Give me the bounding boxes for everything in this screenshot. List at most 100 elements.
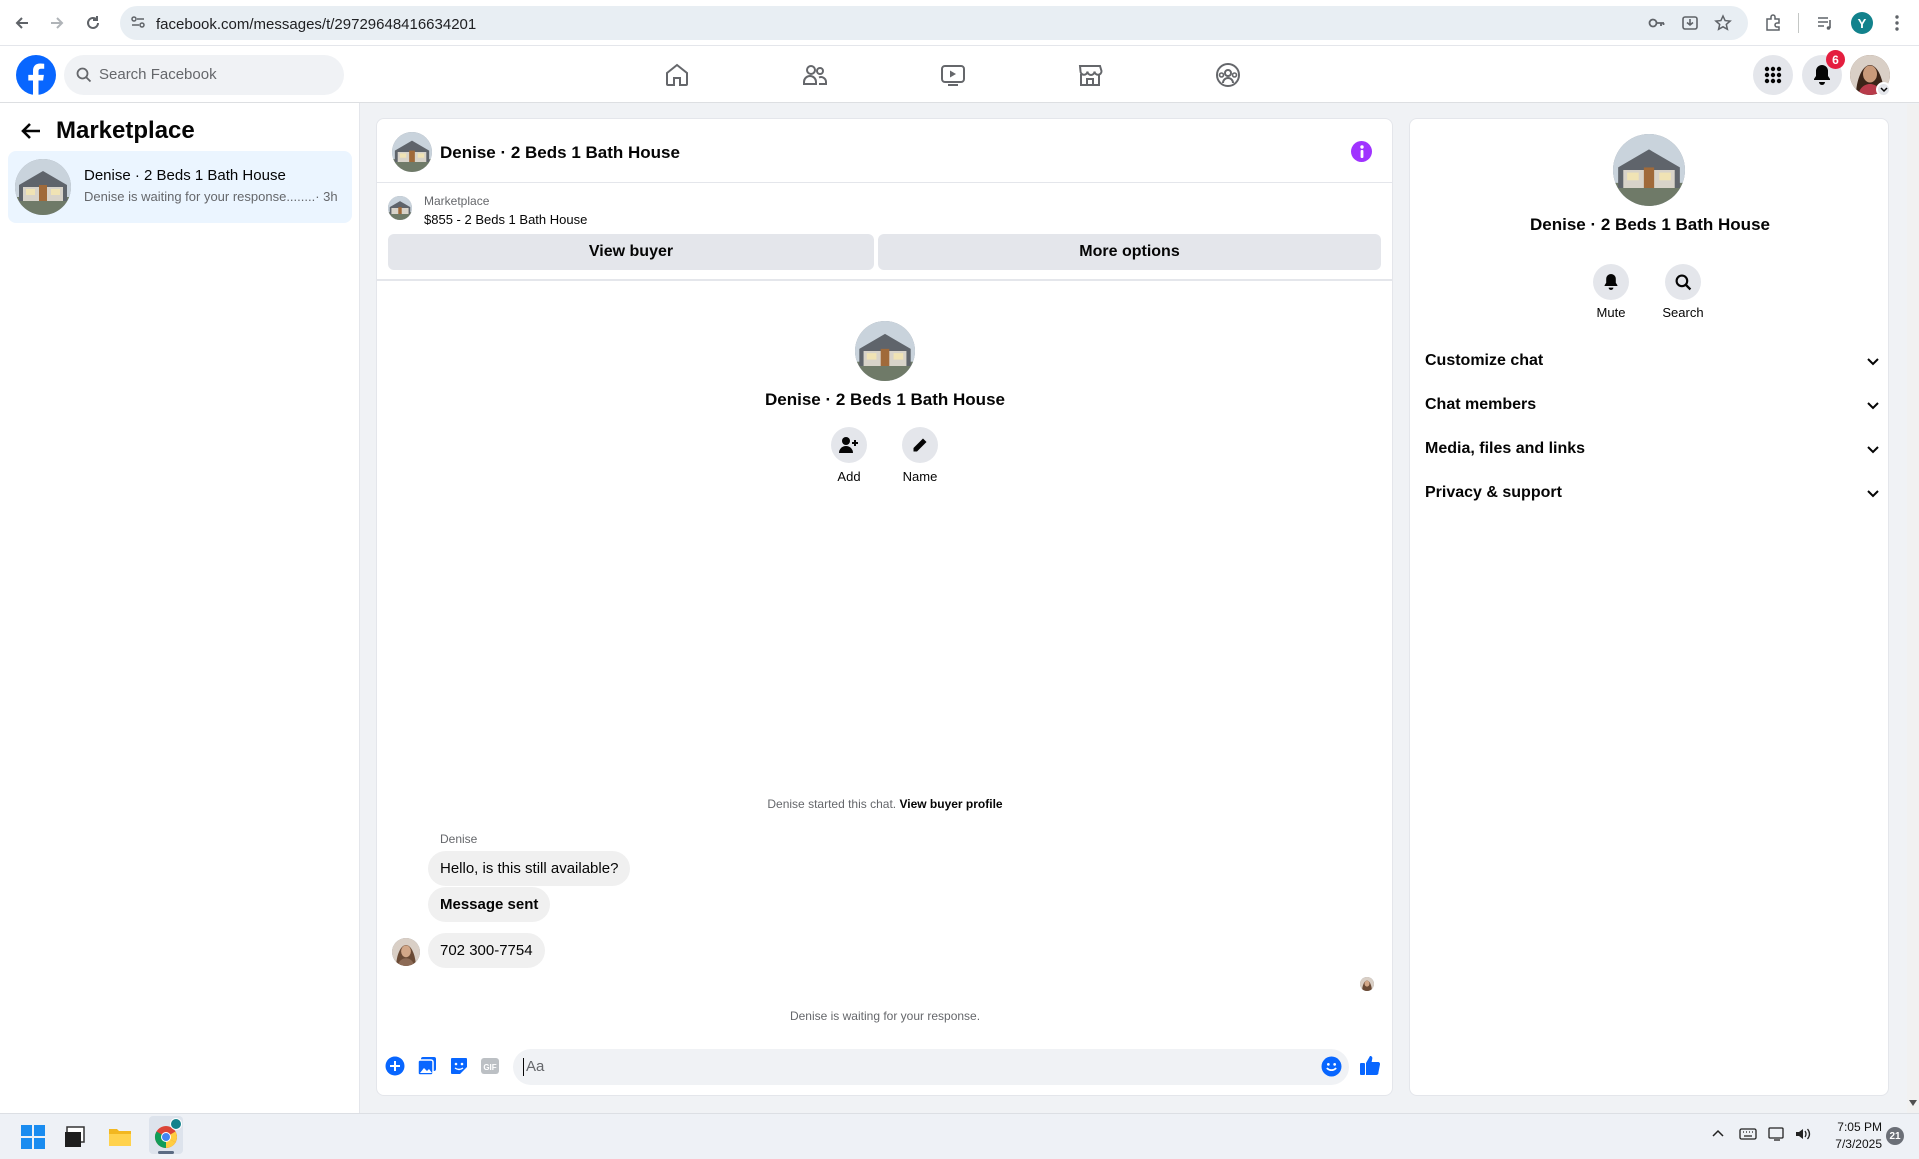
media-controls-icon[interactable] (1814, 12, 1836, 34)
listing-title[interactable]: $855 - 2 Beds 1 Bath House (424, 212, 587, 227)
extensions-icon[interactable] (1762, 12, 1784, 34)
chat-started-note: Denise started this chat. View buyer pro… (600, 797, 1170, 811)
chevron-down-icon (1867, 357, 1879, 365)
kebab-menu-icon[interactable] (1886, 12, 1908, 34)
text-cursor (523, 1058, 524, 1076)
conversation-avatar (15, 159, 71, 215)
emoji-icon[interactable] (1321, 1056, 1342, 1077)
groups-icon[interactable] (1210, 58, 1246, 92)
sender-name: Denise (440, 832, 478, 846)
mute-button[interactable] (1593, 264, 1629, 300)
listing-divider (377, 279, 1392, 281)
message-input[interactable] (513, 1049, 1349, 1085)
view-buyer-button[interactable]: View buyer (388, 234, 874, 270)
keyboard-icon[interactable] (1739, 1127, 1757, 1141)
reload-icon[interactable] (80, 10, 106, 36)
windows-taskbar (0, 1113, 1919, 1159)
forward-icon[interactable] (44, 10, 70, 36)
header-divider (377, 182, 1392, 183)
chevron-down-icon (1867, 489, 1879, 497)
conversation-preview: Denise is waiting for your response.....… (84, 189, 338, 204)
volume-icon[interactable] (1794, 1126, 1812, 1142)
info-name: Denise · 2 Beds 1 Bath House (1530, 215, 1770, 234)
gif-icon[interactable]: GIF (480, 1056, 500, 1076)
bookmark-star-icon[interactable] (1712, 12, 1734, 34)
add-person-button[interactable] (831, 427, 867, 463)
menu-grid-icon (1764, 66, 1782, 84)
section-label: Privacy & support (1425, 484, 1562, 501)
file-explorer-icon[interactable] (108, 1126, 132, 1148)
terminal-app-icon[interactable] (64, 1126, 86, 1148)
show-hidden-icons-icon[interactable] (1711, 1128, 1725, 1138)
like-thumb-icon[interactable] (1359, 1054, 1381, 1076)
chat-header-avatar[interactable] (392, 132, 432, 172)
more-options-button[interactable]: More options (878, 234, 1381, 270)
mute-label: Mute (1596, 305, 1626, 320)
info-avatar (1613, 134, 1685, 206)
conversation-time: · 3h (315, 189, 338, 204)
marketplace-icon[interactable] (1072, 58, 1108, 92)
search-conversation-button[interactable] (1665, 264, 1701, 300)
edit-name-button[interactable] (902, 427, 938, 463)
search-icon (1675, 274, 1691, 290)
install-app-icon[interactable] (1679, 12, 1701, 34)
profile-avatar[interactable]: Y (1851, 12, 1873, 34)
add-label: Add (837, 469, 861, 484)
message-bubble[interactable]: Hello, is this still available? (428, 851, 631, 886)
chat-members-section[interactable]: Chat members (1425, 385, 1880, 425)
account-chevron-icon[interactable] (1876, 82, 1891, 97)
photo-icon[interactable] (417, 1056, 437, 1076)
chat-started-text: Denise started this chat. (767, 797, 897, 811)
sender-avatar[interactable] (392, 938, 420, 966)
video-icon[interactable] (935, 58, 971, 92)
chat-header-title[interactable]: Denise · 2 Beds 1 Bath House (440, 143, 680, 163)
network-icon[interactable] (1768, 1126, 1786, 1142)
message-bubble[interactable]: 702 300-7754 (428, 933, 545, 968)
chevron-down-icon (1867, 445, 1879, 453)
conversation-preview-text: Denise is waiting for your response.....… (84, 189, 316, 204)
menu-grid-button[interactable] (1753, 55, 1793, 95)
add-person-icon (839, 437, 858, 453)
notification-badge: 6 (1826, 50, 1845, 69)
intro-name: Denise · 2 Beds 1 Bath House (765, 390, 1005, 409)
clock-date[interactable]: 7/3/2025 (1820, 1137, 1882, 1151)
toolbar-divider (1798, 13, 1799, 33)
message-bubble[interactable]: Message sent (428, 887, 551, 922)
chevron-down-icon (1867, 401, 1879, 409)
password-key-icon[interactable] (1646, 12, 1668, 34)
friends-icon[interactable] (797, 58, 833, 92)
windows-start-icon[interactable] (21, 1125, 45, 1149)
section-label: Chat members (1425, 396, 1537, 413)
media-files-links-section[interactable]: Media, files and links (1425, 429, 1880, 469)
active-app-indicator (158, 1151, 174, 1154)
back-icon[interactable] (9, 10, 35, 36)
search-icon (76, 67, 92, 83)
url-text[interactable]: facebook.com/messages/t/2972964841663420… (156, 16, 476, 33)
waiting-note: Denise is waiting for your response. (789, 1009, 981, 1023)
view-buyer-profile-link[interactable]: View buyer profile (899, 797, 1002, 811)
panel-title: Marketplace (56, 117, 195, 144)
plus-circle-icon[interactable] (385, 1056, 405, 1076)
pencil-icon (913, 438, 927, 452)
site-info-icon[interactable] (130, 14, 146, 30)
intro-avatar (855, 321, 915, 381)
notification-center-badge[interactable]: 21 (1886, 1127, 1904, 1145)
back-arrow-icon[interactable] (20, 120, 42, 142)
search-placeholder: Search Facebook (99, 66, 217, 83)
clock-time[interactable]: 7:05 PM (1820, 1120, 1882, 1134)
conversation-name: Denise · 2 Beds 1 Bath House (84, 167, 286, 184)
sticker-icon[interactable] (449, 1056, 469, 1076)
section-label: Media, files and links (1425, 440, 1586, 457)
name-label: Name (902, 469, 938, 484)
page-scrollbar[interactable] (1907, 104, 1919, 1113)
listing-source: Marketplace (424, 194, 490, 208)
search-label: Search (1662, 305, 1704, 320)
facebook-logo-icon[interactable] (16, 55, 56, 95)
bell-icon (1814, 65, 1830, 85)
privacy-support-section[interactable]: Privacy & support (1425, 473, 1880, 513)
home-icon[interactable] (659, 58, 695, 92)
conversation-info-panel (1409, 118, 1889, 1096)
info-icon[interactable] (1351, 141, 1372, 162)
scroll-down-arrow-icon[interactable] (1909, 1100, 1917, 1106)
customize-chat-section[interactable]: Customize chat (1425, 341, 1880, 381)
